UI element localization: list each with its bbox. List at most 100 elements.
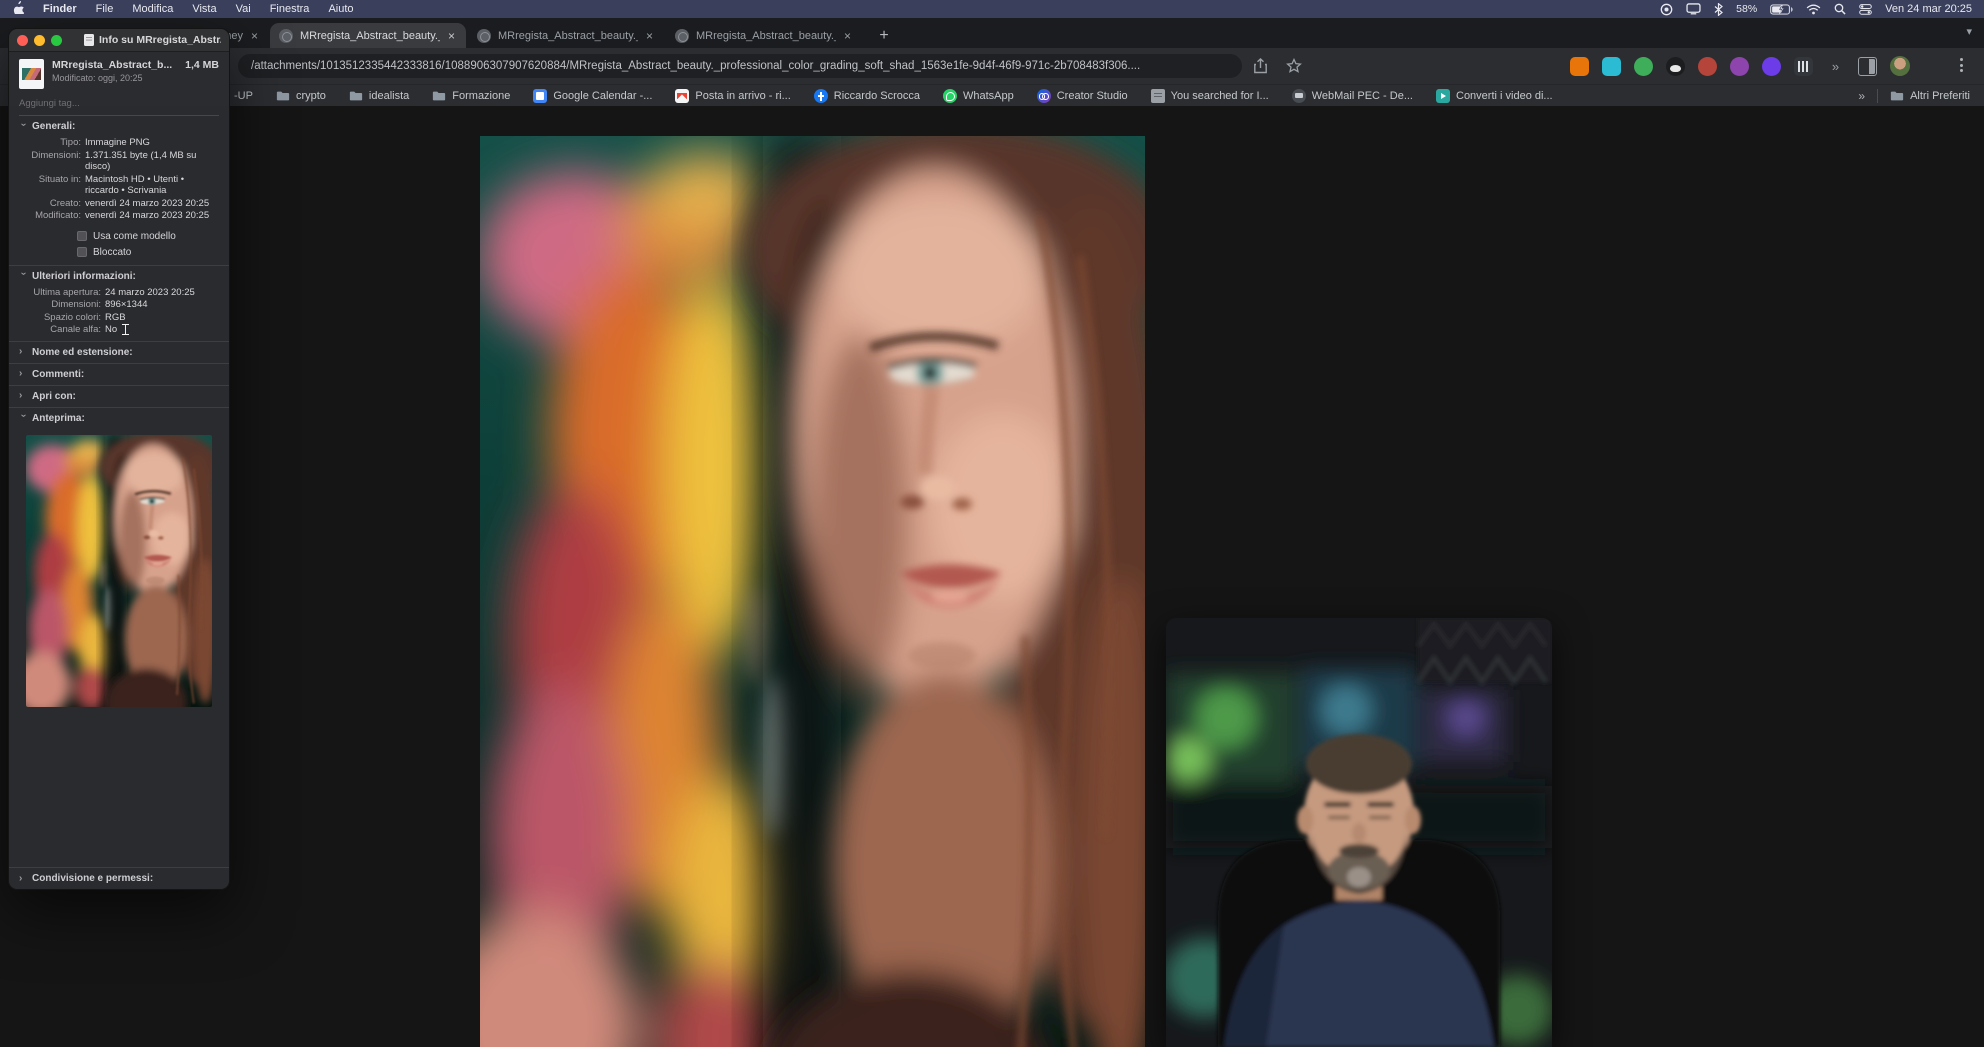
- bookmark-up[interactable]: -UP: [234, 90, 253, 102]
- menu-vista[interactable]: Vista: [192, 3, 216, 15]
- bookmark-you-searched[interactable]: You searched for I...: [1150, 88, 1269, 103]
- row-label: Tipo:: [60, 137, 81, 148]
- bookmark-folder-crypto[interactable]: crypto: [276, 89, 326, 103]
- extension-violet-icon[interactable]: [1762, 56, 1781, 76]
- folder-icon: [349, 91, 363, 100]
- checkbox-icon[interactable]: [77, 231, 87, 241]
- png-file-icon: [19, 59, 44, 89]
- minimize-window-button[interactable]: [34, 34, 45, 46]
- row-value: RGB: [105, 311, 126, 323]
- chevron-right-icon: ›: [19, 368, 23, 379]
- chevron-right-icon: ›: [19, 346, 23, 357]
- row-label: Dimensioni:: [31, 149, 81, 161]
- meta-icon: [1036, 88, 1051, 103]
- globe-favicon: [477, 28, 491, 43]
- close-tab-icon[interactable]: ×: [843, 30, 852, 42]
- bluetooth-icon[interactable]: [1714, 2, 1724, 16]
- bookmark-star-icon[interactable]: [1286, 57, 1302, 74]
- info-title-bar[interactable]: Info su MRregista_Abstr...: [9, 29, 229, 52]
- zoom-window-button[interactable]: [51, 34, 62, 46]
- screen-record-icon[interactable]: [1660, 3, 1673, 16]
- browser-menu-kebab-icon[interactable]: [1960, 58, 1964, 72]
- toolbar-overflow-icon[interactable]: »: [1826, 57, 1845, 76]
- row-value: 896×1344: [105, 299, 148, 310]
- extension-grid-icon[interactable]: [1794, 56, 1813, 76]
- tab-image-2[interactable]: MRregista_Abstract_beauty._ ×: [468, 23, 664, 48]
- tags-input[interactable]: Aggiungi tag...: [19, 95, 219, 116]
- tab-image-3[interactable]: MRregista_Abstract_beauty._ ×: [666, 23, 862, 48]
- checkbox-icon[interactable]: [77, 247, 87, 257]
- tab-image-active[interactable]: MRregista_Abstract_beauty._ ×: [270, 23, 466, 48]
- url-bar[interactable]: /attachments/1013512335442333816/1088906…: [238, 54, 1242, 78]
- row-value: Immagine PNG: [85, 137, 150, 148]
- battery-icon[interactable]: [1770, 3, 1793, 15]
- close-window-button[interactable]: [17, 34, 28, 46]
- side-panel-icon[interactable]: [1858, 56, 1877, 76]
- extension-red-icon[interactable]: [1698, 56, 1717, 76]
- section-comments[interactable]: › Commenti:: [9, 364, 229, 385]
- finder-info-window: Info su MRregista_Abstr... MRregista_Abs…: [8, 28, 230, 890]
- control-center-icon[interactable]: [1859, 3, 1872, 15]
- section-name-extension[interactable]: › Nome ed estensione:: [9, 342, 229, 363]
- new-tab-button[interactable]: +: [872, 24, 896, 48]
- bookmark-creator-studio[interactable]: Creator Studio: [1036, 88, 1128, 103]
- folder-icon: [1890, 91, 1904, 100]
- bookmark-gmail-inbox[interactable]: Posta in arrivo - ri...: [675, 88, 791, 103]
- menu-modifica[interactable]: Modifica: [132, 3, 173, 15]
- extension-teal-icon[interactable]: [1602, 56, 1621, 76]
- preview-thumbnail: [9, 429, 229, 715]
- bookmark-google-calendar[interactable]: Google Calendar -...: [533, 88, 652, 103]
- display-icon[interactable]: [1686, 3, 1701, 15]
- globe-favicon: [675, 28, 689, 43]
- close-tab-icon[interactable]: ×: [645, 30, 654, 42]
- checkbox-use-as-template[interactable]: Usa come modello: [77, 231, 219, 242]
- spotlight-search-icon[interactable]: [1834, 3, 1846, 15]
- row-value: venerdì 24 marzo 2023 20:25: [85, 197, 210, 209]
- page-icon: [1150, 88, 1165, 103]
- tab-search-chevron-icon[interactable]: ▾: [1966, 25, 1972, 38]
- main-image-portrait[interactable]: [480, 136, 1145, 1047]
- profile-avatar[interactable]: [1890, 56, 1910, 76]
- menu-aiuto[interactable]: Aiuto: [328, 3, 353, 15]
- bookmark-whatsapp[interactable]: WhatsApp: [942, 88, 1014, 103]
- other-bookmarks-folder[interactable]: Altri Preferiti: [1890, 89, 1970, 103]
- bookmarks-overflow-icon[interactable]: »: [1858, 89, 1865, 103]
- close-tab-icon[interactable]: ×: [447, 30, 456, 42]
- globe-favicon: [279, 28, 293, 43]
- general-header[interactable]: › Generali:: [18, 121, 219, 132]
- bookmark-facebook-profile[interactable]: Riccardo Scrocca: [813, 88, 920, 103]
- apple-menu-icon[interactable]: [13, 1, 25, 17]
- section-sharing-permissions[interactable]: › Condivisione e permessi:: [9, 868, 229, 889]
- browser-toolbar: /attachments/1013512335442333816/1088906…: [0, 48, 1984, 84]
- section-more-info: › Ulteriori informazioni: Ultima apertur…: [9, 266, 229, 341]
- extension-purple-icon[interactable]: [1730, 56, 1749, 76]
- menu-finder[interactable]: Finder: [43, 3, 77, 15]
- bookmark-folder-idealista[interactable]: idealista: [349, 89, 409, 103]
- facebook-icon: [813, 88, 828, 103]
- desktop-screen: Finder File Modifica Vista Vai Finestra …: [0, 0, 1984, 1047]
- menu-file[interactable]: File: [96, 3, 114, 15]
- extension-panda-icon[interactable]: [1666, 56, 1685, 76]
- chevron-down-icon: ›: [18, 414, 29, 418]
- bookmark-video-converter[interactable]: Converti i video di...: [1436, 88, 1553, 103]
- menu-finestra[interactable]: Finestra: [270, 3, 310, 15]
- row-label: Creato:: [49, 197, 81, 209]
- menu-vai[interactable]: Vai: [236, 3, 251, 15]
- share-icon[interactable]: [1253, 58, 1269, 74]
- close-tab-icon[interactable]: ×: [250, 30, 259, 42]
- row-label: Canale alfa:: [50, 324, 101, 335]
- whatsapp-icon: [942, 88, 957, 103]
- extension-orange-icon[interactable]: [1570, 56, 1589, 76]
- folder-icon: [433, 91, 446, 100]
- checkbox-locked[interactable]: Bloccato: [77, 247, 219, 258]
- section-open-with[interactable]: › Apri con:: [9, 386, 229, 407]
- wifi-icon[interactable]: [1806, 4, 1821, 15]
- menu-bar-clock[interactable]: Ven 24 mar 20:25: [1885, 3, 1972, 15]
- row-label: Ultima apertura:: [33, 286, 101, 298]
- bookmark-folder-formazione[interactable]: Formazione: [432, 89, 510, 103]
- extension-green-icon[interactable]: [1634, 56, 1653, 76]
- bookmark-webmail-pec[interactable]: WebMail PEC - De...: [1291, 88, 1413, 103]
- more-info-header[interactable]: › Ulteriori informazioni:: [18, 271, 219, 282]
- gmail-icon: [675, 88, 690, 103]
- section-preview[interactable]: › Anteprima:: [9, 408, 229, 429]
